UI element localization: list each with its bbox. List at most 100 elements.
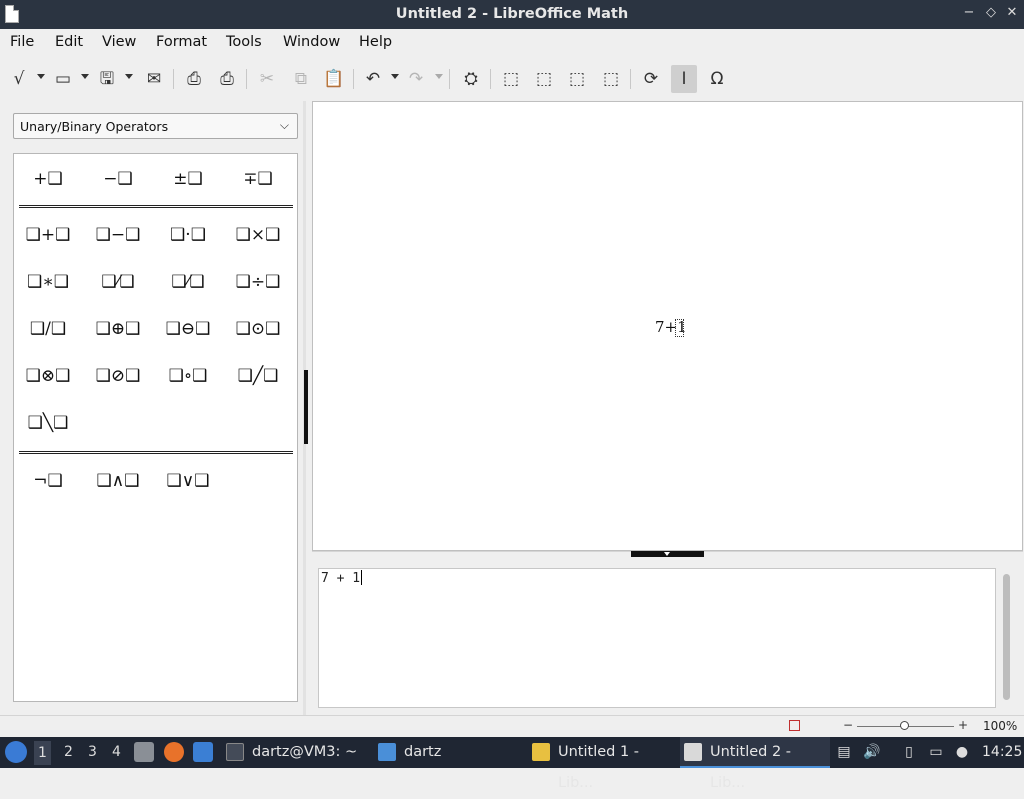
copy-icon[interactable]: ⧉ <box>290 68 312 90</box>
group-divider <box>19 205 293 208</box>
element-plus[interactable]: +❑ <box>18 162 78 196</box>
element-wide-slash[interactable]: ❑╱❑ <box>228 359 288 393</box>
show-all-icon[interactable]: ⬚ <box>566 68 588 90</box>
minimize-button[interactable]: − <box>962 5 976 21</box>
notification-icon[interactable]: ● <box>953 743 971 761</box>
desktop-launcher-icon[interactable] <box>193 742 213 762</box>
menu-format[interactable]: Format <box>156 34 207 50</box>
workspace-4[interactable]: 4 <box>112 744 121 760</box>
close-button[interactable]: ✕ <box>1005 5 1019 21</box>
zoom-in-button[interactable]: + <box>958 718 968 732</box>
update-icon[interactable]: ⟳ <box>640 68 662 90</box>
paste-icon[interactable]: 📋 <box>323 68 345 90</box>
start-menu-icon[interactable] <box>5 741 27 763</box>
menu-file[interactable]: File <box>10 34 34 50</box>
symbols-icon[interactable]: Ω <box>706 68 728 90</box>
task-folder[interactable]: dartz <box>374 737 524 768</box>
category-select-value: Unary/Binary Operators <box>20 119 169 134</box>
element-ring[interactable]: ❑∘❑ <box>158 359 218 393</box>
element-circled-minus[interactable]: ❑⊖❑ <box>158 312 218 346</box>
clipboard-icon[interactable]: ▯ <box>900 743 918 761</box>
firefox-launcher-icon[interactable] <box>164 742 184 762</box>
elements-panel: +❑ −❑ ±❑ ∓❑ ❑+❑ ❑−❑ ❑·❑ ❑×❑ ❑∗❑ ❑⁄❑ ❑⁄❑ … <box>13 153 298 702</box>
element-addition[interactable]: ❑+❑ <box>18 218 78 252</box>
zoom-in-icon[interactable]: ⬚ <box>500 68 522 90</box>
element-or[interactable]: ❑∨❑ <box>158 464 218 498</box>
workspace-2[interactable]: 2 <box>64 744 73 760</box>
undo-dropdown[interactable] <box>391 74 399 79</box>
help-icon[interactable]: ⛭ <box>460 68 482 90</box>
sidebar-collapse-grip[interactable] <box>304 370 308 444</box>
undo-icon[interactable]: ↶ <box>362 68 384 90</box>
standard-toolbar: √ ▭ 🖫 ✉ ⎙ ⎙ ✂ ⧉ 📋 ↶ ↷ ⛭ ⬚ ⬚ ⬚ ⬚ ⟳ I Ω <box>0 57 1024 101</box>
element-fraction-wide[interactable]: ❑⁄❑ <box>158 265 218 299</box>
toolbar-separator <box>449 69 450 89</box>
scrollbar-thumb[interactable] <box>1003 574 1010 700</box>
element-fraction[interactable]: ❑⁄❑ <box>88 265 148 299</box>
formula-cursor-icon[interactable]: I <box>671 65 697 93</box>
title-bar: Untitled 2 - LibreOffice Math − ◇ ✕ <box>0 0 1024 29</box>
zoom-100-icon[interactable]: ⬚ <box>600 68 622 90</box>
email-icon[interactable]: ✉ <box>143 68 165 90</box>
workspace-1[interactable]: 1 <box>34 741 51 765</box>
splitter-collapse-grip[interactable] <box>631 551 704 557</box>
task-terminal[interactable]: dartz@VM3: ~ <box>222 737 372 768</box>
element-minus-plus[interactable]: ∓❑ <box>228 162 288 196</box>
menu-tools[interactable]: Tools <box>226 34 262 50</box>
zoom-out-button[interactable]: − <box>843 718 853 732</box>
formula-dropdown[interactable] <box>37 74 45 79</box>
zoom-out-icon[interactable]: ⬚ <box>533 68 555 90</box>
task-untitled-1[interactable]: Untitled 1 - Lib... <box>528 737 678 791</box>
export-pdf-icon[interactable]: ⎙ <box>183 68 205 90</box>
element-times[interactable]: ❑×❑ <box>228 218 288 252</box>
category-select[interactable]: Unary/Binary Operators ⌵ <box>13 113 298 139</box>
element-circled-dot[interactable]: ❑⊙❑ <box>228 312 288 346</box>
workspace-3[interactable]: 3 <box>88 744 97 760</box>
element-slash[interactable]: ❑/❑ <box>18 312 78 346</box>
command-scrollbar[interactable] <box>999 568 1015 708</box>
menu-window[interactable]: Window <box>283 34 340 50</box>
element-not[interactable]: ¬❑ <box>18 464 78 498</box>
volume-icon[interactable]: 🔊 <box>863 743 881 761</box>
zoom-level[interactable]: 100% <box>983 719 1017 733</box>
formula-cursor-box <box>675 319 684 337</box>
restore-button[interactable]: ◇ <box>984 5 998 21</box>
folder-icon <box>378 743 396 761</box>
redo-dropdown[interactable] <box>435 74 443 79</box>
element-circled-slash[interactable]: ❑⊘❑ <box>88 359 148 393</box>
command-window[interactable]: 7 + 1 <box>318 568 996 708</box>
save-dropdown[interactable] <box>125 74 133 79</box>
toolbar-separator <box>630 69 631 89</box>
element-wide-backslash[interactable]: ❑╲❑ <box>18 406 78 440</box>
element-circled-plus[interactable]: ❑⊕❑ <box>88 312 148 346</box>
menu-edit[interactable]: Edit <box>55 34 83 50</box>
status-bar: − + 100% <box>0 715 1024 737</box>
element-minus[interactable]: −❑ <box>88 162 148 196</box>
element-subtraction[interactable]: ❑−❑ <box>88 218 148 252</box>
element-asterisk[interactable]: ❑∗❑ <box>18 265 78 299</box>
print-icon[interactable]: ⎙ <box>216 68 238 90</box>
cut-icon[interactable]: ✂ <box>256 68 278 90</box>
element-divide[interactable]: ❑÷❑ <box>228 265 288 299</box>
open-icon[interactable]: ▭ <box>52 68 74 90</box>
document-modified-icon[interactable] <box>789 720 800 731</box>
trash-icon[interactable]: ▤ <box>835 743 853 761</box>
element-circled-times[interactable]: ❑⊗❑ <box>18 359 78 393</box>
open-dropdown[interactable] <box>81 74 89 79</box>
task-untitled-2[interactable]: Untitled 2 - Lib... <box>680 737 830 791</box>
element-plus-minus[interactable]: ±❑ <box>158 162 218 196</box>
zoom-slider-knob[interactable] <box>900 721 909 730</box>
save-icon[interactable]: 🖫 <box>96 68 118 90</box>
formula-icon[interactable]: √ <box>8 68 30 90</box>
menu-help[interactable]: Help <box>359 34 392 50</box>
element-and[interactable]: ❑∧❑ <box>88 464 148 498</box>
taskbar: 1 2 3 4 dartz@VM3: ~ dartz Untitled 1 - … <box>0 737 1024 791</box>
network-icon[interactable]: ▭ <box>927 743 945 761</box>
file-manager-launcher-icon[interactable] <box>134 742 154 762</box>
text-caret <box>361 570 363 585</box>
clock[interactable]: 14:25 <box>982 744 1022 760</box>
menu-view[interactable]: View <box>102 34 136 50</box>
redo-icon[interactable]: ↷ <box>405 68 427 90</box>
element-dot-multiply[interactable]: ❑·❑ <box>158 218 218 252</box>
toolbar-separator <box>353 69 354 89</box>
